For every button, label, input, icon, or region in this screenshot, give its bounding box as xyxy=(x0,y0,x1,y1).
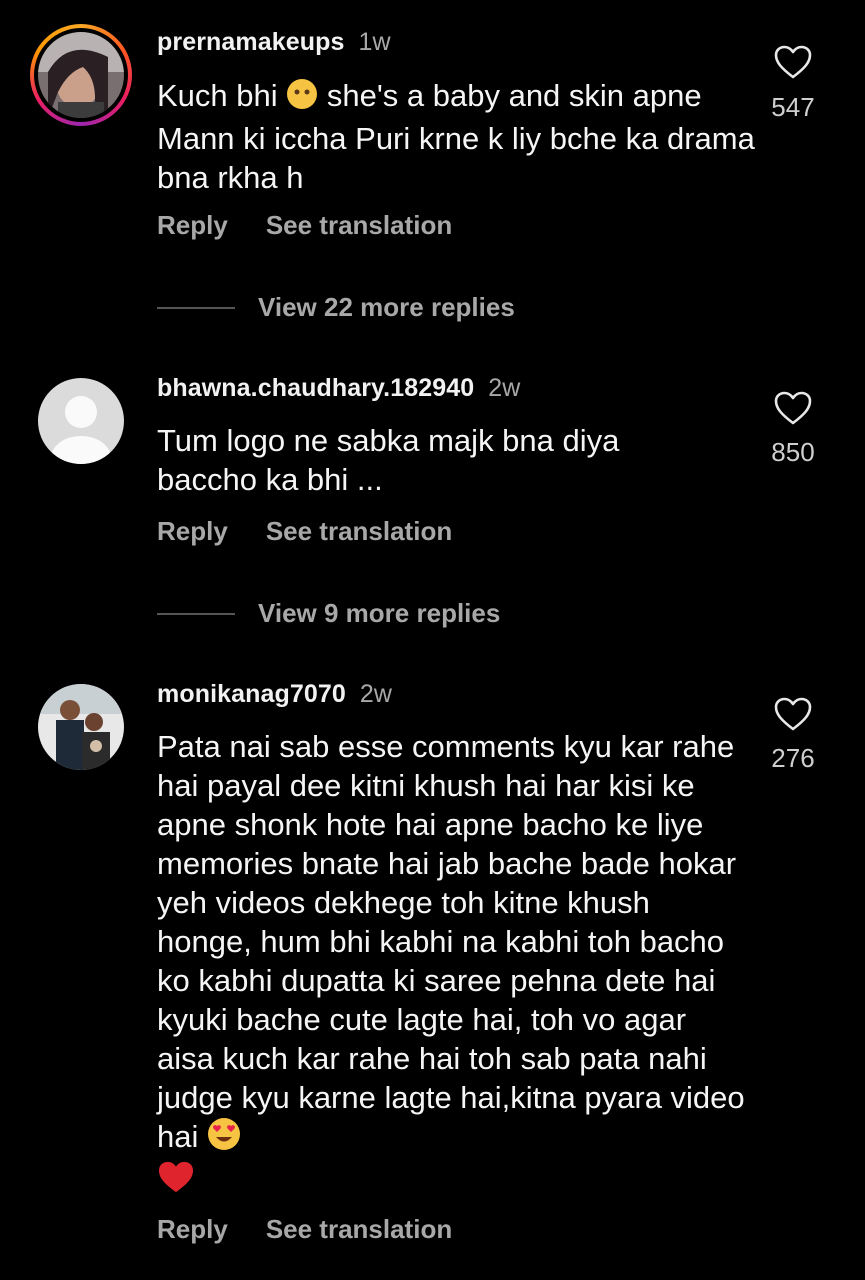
reply-button[interactable]: Reply xyxy=(157,210,228,241)
avatar xyxy=(38,32,124,118)
heart-eyes-emoji-icon xyxy=(207,1117,241,1160)
like-heart-icon[interactable] xyxy=(773,696,813,732)
avatar-photo-icon xyxy=(38,684,124,770)
comment-text: Kuch bhi she's a baby and skin apne Mann… xyxy=(157,76,767,197)
comment-text: Pata nai sab esse comments kyu kar rahe … xyxy=(157,727,747,1203)
view-replies-button[interactable]: View 9 more replies xyxy=(157,598,500,629)
avatar[interactable] xyxy=(38,378,124,464)
neutral-face-emoji-icon xyxy=(286,78,318,119)
comment-text-part: Pata nai sab esse comments kyu kar rahe … xyxy=(157,729,745,1154)
view-replies-button[interactable]: View 22 more replies xyxy=(157,292,515,323)
comment-username[interactable]: bhawna.chaudhary.182940 2w xyxy=(157,374,520,403)
username-text[interactable]: prernamakeups xyxy=(157,28,345,56)
like-count: 276 xyxy=(771,743,815,773)
avatar[interactable] xyxy=(38,684,124,770)
comment-time: 2w xyxy=(359,680,393,708)
username-text[interactable]: monikanag7070 xyxy=(157,680,346,708)
divider-line xyxy=(157,612,235,615)
story-ring-avatar[interactable] xyxy=(30,24,132,126)
comment-username[interactable]: monikanag7070 2w xyxy=(157,680,392,709)
like-count: 547 xyxy=(771,92,815,122)
red-heart-emoji-icon xyxy=(157,1160,195,1203)
comment-time: 1w xyxy=(358,28,391,56)
comment-username[interactable]: prernamakeups 1w xyxy=(157,28,391,57)
see-translation-button[interactable]: See translation xyxy=(266,516,452,547)
avatar-photo-icon xyxy=(38,32,124,118)
comment-time: 2w xyxy=(488,374,521,402)
comment-text: Tum logo ne sabka majk bna diya baccho k… xyxy=(157,423,620,497)
view-replies-label[interactable]: View 9 more replies xyxy=(258,598,500,629)
see-translation-button[interactable]: See translation xyxy=(266,1214,452,1245)
see-translation-button[interactable]: See translation xyxy=(266,210,452,241)
like-heart-icon[interactable] xyxy=(773,390,813,426)
comment-actions: Reply See translation xyxy=(157,210,452,241)
reply-button[interactable]: Reply xyxy=(157,1214,228,1245)
reply-button[interactable]: Reply xyxy=(157,516,228,547)
comment-actions: Reply See translation xyxy=(157,1214,452,1245)
like-count: 850 xyxy=(771,437,815,467)
like-heart-icon[interactable] xyxy=(773,44,813,80)
comment-text-part: Kuch bhi xyxy=(157,78,287,113)
view-replies-label[interactable]: View 22 more replies xyxy=(258,292,515,323)
default-avatar-icon xyxy=(38,378,124,464)
comment-actions: Reply See translation xyxy=(157,516,452,547)
divider-line xyxy=(157,306,235,309)
username-text[interactable]: bhawna.chaudhary.182940 xyxy=(157,374,474,402)
